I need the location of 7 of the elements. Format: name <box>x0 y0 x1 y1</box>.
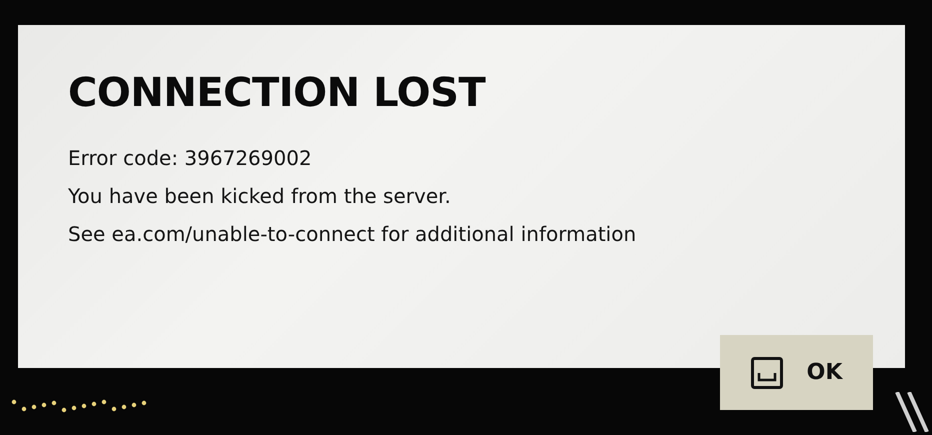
message-text: You have been kicked from the server. <box>68 183 452 210</box>
ok-button[interactable]: OK <box>720 335 873 410</box>
message-text: See ea.com/unable-to-connect for additional information <box>68 221 638 248</box>
stripes-drawing <box>895 392 929 432</box>
key-icon <box>750 356 783 388</box>
dialog-title: CONNECTION LOST <box>68 69 486 117</box>
message-text: Error code: 3967269002 <box>68 145 313 172</box>
